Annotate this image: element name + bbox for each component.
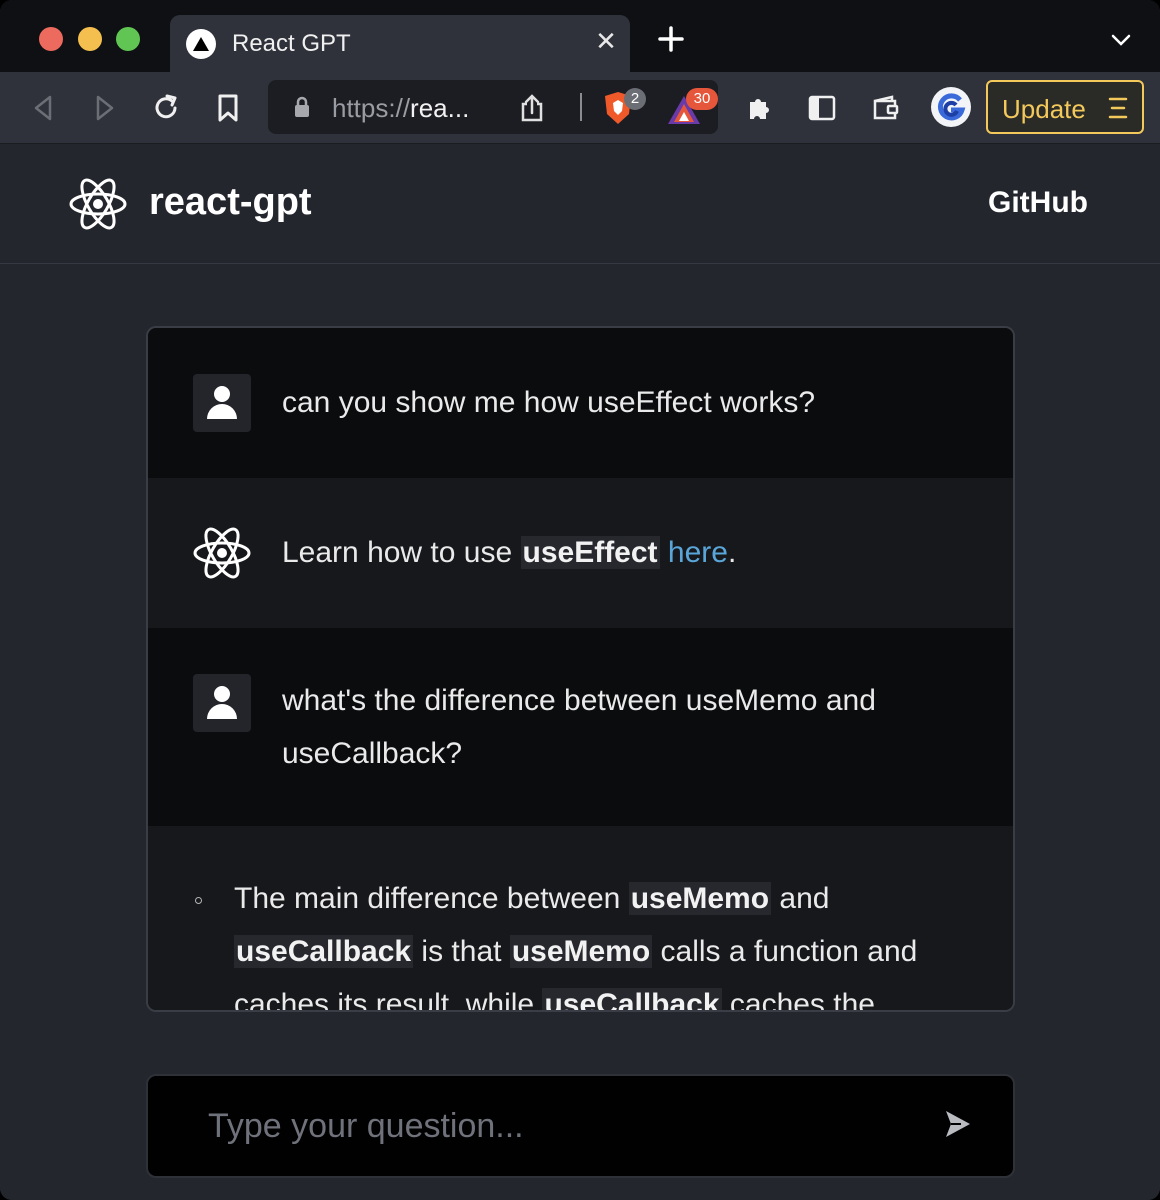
user-avatar-icon	[193, 674, 251, 732]
url-host: rea...	[410, 93, 470, 123]
share-icon[interactable]	[518, 93, 546, 123]
chat-message-assistant: The main difference between useMemo and …	[148, 826, 1013, 1012]
message-text: The main difference between useMemo and …	[234, 872, 974, 1012]
message-text-segment: .	[727, 536, 737, 569]
message-text-segment: caches the	[721, 988, 875, 1012]
message-text: Learn how to use useEffect here.	[282, 526, 972, 579]
question-input[interactable]	[208, 1100, 888, 1152]
message-text: what's the difference between useMemo an…	[282, 684, 876, 770]
message-text-segment: Learn how to use	[282, 536, 521, 569]
bookmark-icon[interactable]	[212, 92, 244, 124]
message-text-segment: and	[771, 882, 830, 915]
browser-window: React GPT ✕ https://rea... 2 30 Update r…	[0, 0, 1160, 1200]
back-arrow-icon[interactable]	[28, 92, 60, 124]
page-content: react-gpt GitHub can you show me how use…	[0, 144, 1160, 1200]
github-link[interactable]: GitHub	[988, 186, 1088, 220]
react-atom-icon	[195, 897, 202, 904]
profile-avatar-icon[interactable]	[930, 86, 972, 128]
react-atom-icon	[192, 525, 252, 581]
message-text-segment: The main difference between	[234, 882, 629, 915]
inline-code: useEffect	[520, 536, 660, 569]
inline-code: useCallback	[542, 988, 722, 1010]
triangle-logo-icon	[186, 29, 216, 59]
url-scheme: https://	[332, 93, 411, 123]
sidebar-toggle-icon[interactable]	[806, 92, 838, 124]
docs-link[interactable]: here	[668, 536, 728, 569]
tab-title: React GPT	[232, 30, 351, 57]
send-arrow-icon[interactable]	[943, 1108, 973, 1140]
wallet-icon[interactable]	[870, 92, 902, 124]
rewards-count-badge: 30	[686, 88, 718, 110]
chat-message-user: what's the difference between useMemo an…	[148, 628, 1013, 826]
maximize-window-button[interactable]	[116, 27, 140, 51]
update-button[interactable]: Update	[986, 80, 1144, 134]
chat-message-assistant: Learn how to use useEffect here.	[148, 478, 1013, 628]
url-text[interactable]: https://rea...	[332, 93, 469, 124]
inline-code: useMemo	[509, 935, 653, 968]
message-text-segment	[660, 536, 668, 569]
update-label: Update	[1002, 94, 1086, 124]
menu-lines-icon	[1108, 96, 1128, 120]
browser-toolbar: https://rea... 2 30 Update	[0, 72, 1160, 144]
tab-react-gpt[interactable]: React GPT ✕	[170, 15, 630, 73]
url-divider	[580, 93, 582, 121]
reload-icon[interactable]	[150, 92, 182, 124]
chat-message-user: can you show me how useEffect works?	[148, 328, 1013, 478]
new-tab-plus-icon[interactable]	[656, 24, 686, 54]
inline-code: useMemo	[628, 882, 772, 915]
composer	[146, 1074, 1015, 1178]
shield-count-badge: 2	[624, 88, 646, 110]
user-avatar-icon	[193, 374, 251, 432]
site-header: react-gpt GitHub	[0, 144, 1160, 264]
react-atom-icon	[68, 176, 128, 232]
chevron-down-icon[interactable]	[1110, 32, 1132, 48]
message-text-segment: is that	[413, 935, 510, 968]
lock-icon	[292, 96, 312, 118]
inline-code: useCallback	[234, 935, 414, 968]
site-title: react-gpt	[149, 181, 312, 223]
tab-close-icon[interactable]: ✕	[594, 28, 618, 54]
forward-arrow-icon[interactable]	[88, 92, 120, 124]
extensions-puzzle-icon[interactable]	[744, 92, 776, 124]
address-bar[interactable]: https://rea... 2 30	[268, 80, 718, 134]
message-text: can you show me how useEffect works?	[282, 386, 816, 419]
close-window-button[interactable]	[39, 27, 63, 51]
chat-panel[interactable]: can you show me how useEffect works? Lea…	[146, 326, 1015, 1012]
tab-strip: React GPT ✕	[0, 0, 1160, 73]
minimize-window-button[interactable]	[78, 27, 102, 51]
